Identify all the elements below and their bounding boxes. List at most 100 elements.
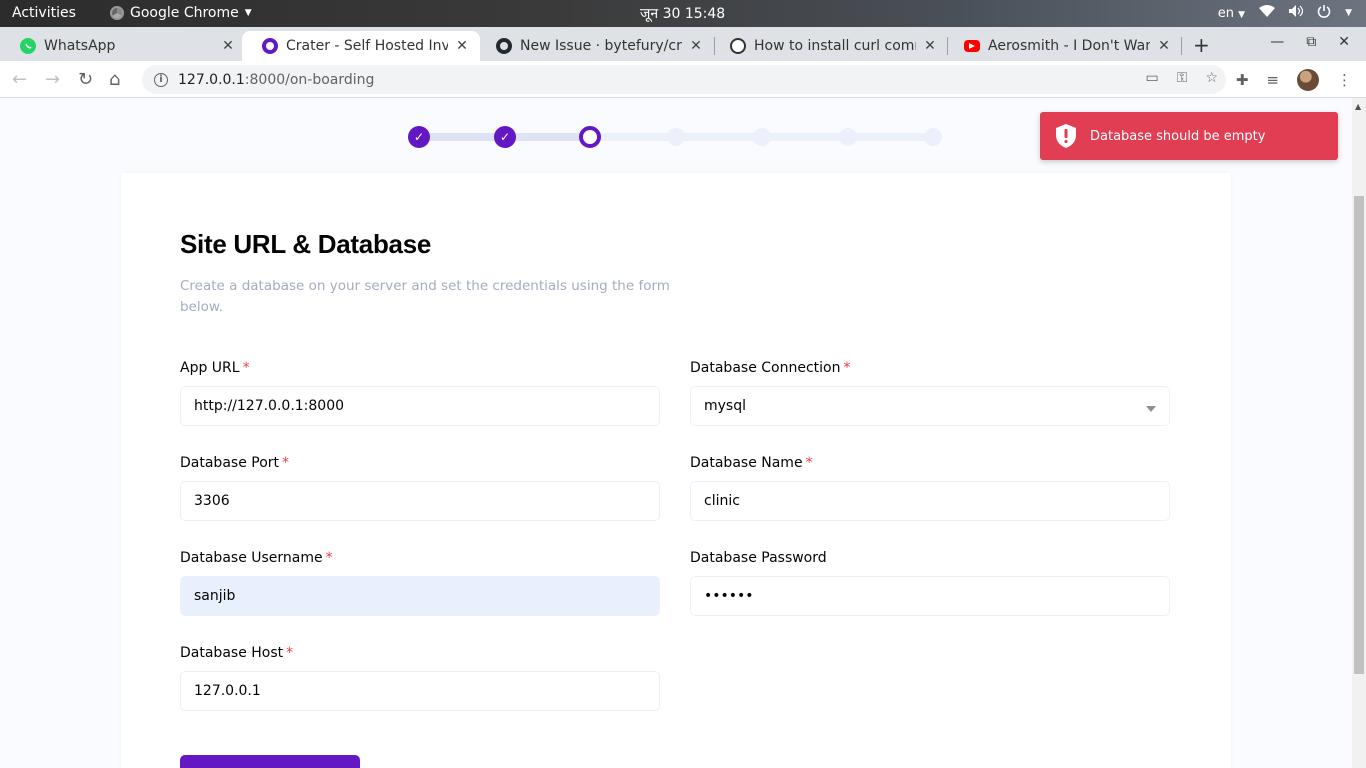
chevron-down-icon: ▼ — [244, 8, 252, 18]
wifi-icon — [1259, 5, 1276, 21]
database-port-input[interactable]: 3306 — [180, 481, 660, 521]
language-label: en — [1217, 5, 1235, 21]
volume-icon — [1289, 5, 1304, 21]
url-path: :8000/on-boarding — [244, 71, 375, 88]
language-indicator[interactable]: en ▼ — [1218, 6, 1245, 21]
tab-title: Crater - Self Hosted Invoi — [286, 38, 448, 54]
close-icon[interactable]: ✕ — [688, 38, 704, 54]
onboarding-card: Site URL & Database Create a database on… — [121, 173, 1231, 768]
power-icon — [1317, 4, 1331, 22]
url-text[interactable]: 127.0.0.1:8000/on-boarding — [178, 72, 374, 88]
url-host: 127.0.0.1 — [178, 71, 245, 88]
new-tab-button[interactable]: + — [1193, 33, 1210, 57]
onboarding-stepper: ✓ ✓ — [408, 126, 943, 148]
step-4 — [667, 128, 685, 146]
toolbar-right: ✚ ≡ ⋮ — [1236, 69, 1352, 91]
app-url-input[interactable]: http://127.0.0.1:8000 — [180, 386, 660, 426]
required-mark: * — [805, 455, 813, 471]
avatar[interactable] — [1297, 69, 1319, 91]
scroll-up-icon[interactable]: ▲ — [1355, 102, 1361, 111]
whatsapp-icon — [20, 38, 36, 54]
page-scrollbar[interactable]: ▲ — [1352, 98, 1366, 768]
page-description: Create a database on your server and set… — [180, 278, 670, 315]
step-2-complete: ✓ — [494, 126, 516, 148]
required-mark: * — [325, 550, 333, 566]
tab-curl[interactable]: How to install curl comm ✕ — [710, 31, 948, 61]
database-password-input[interactable]: •••••• — [690, 576, 1170, 616]
chevron-down-icon: ▼ — [1345, 8, 1352, 18]
check-icon: ✓ — [499, 130, 511, 144]
reload-icon[interactable]: ↻ — [78, 69, 93, 90]
tab-title: How to install curl comm — [754, 38, 916, 54]
home-icon[interactable]: ⌂ — [109, 69, 120, 90]
app-menu[interactable]: Google Chrome ▼ — [110, 5, 252, 21]
step-7 — [924, 128, 942, 146]
system-tray[interactable]: en ▼ ▼ — [1218, 4, 1352, 22]
cast-icon[interactable]: ▭ — [1146, 70, 1159, 86]
database-port-label: Database Port * — [180, 455, 660, 473]
scrollbar-thumb[interactable] — [1354, 196, 1364, 674]
tab-crater[interactable]: Crater - Self Hosted Invoi ✕ — [242, 31, 480, 61]
forward-icon[interactable]: → — [45, 69, 60, 90]
key-icon[interactable]: ⚿ — [1177, 70, 1188, 86]
shield-alert-icon — [1056, 124, 1076, 148]
database-port-field: Database Port * 3306 — [180, 455, 660, 521]
media-queue-icon[interactable]: ≡ — [1266, 71, 1279, 89]
label-text: Database Connection — [690, 360, 841, 376]
step-6 — [839, 128, 857, 146]
database-name-input[interactable]: clinic — [690, 481, 1170, 521]
database-host-field: Database Host * 127.0.0.1 — [180, 645, 660, 711]
database-name-field: Database Name * clinic — [690, 455, 1170, 521]
tab-title: Aerosmith - I Don't Wann — [988, 38, 1150, 54]
database-username-input[interactable]: sanjib — [180, 576, 660, 616]
database-username-field: Database Username * sanjib — [180, 550, 660, 616]
menu-icon[interactable]: ⋮ — [1337, 71, 1352, 89]
restore-icon[interactable]: ⧉ — [1306, 34, 1316, 50]
close-icon[interactable]: ✕ — [1156, 38, 1172, 54]
database-username-label: Database Username * — [180, 550, 660, 568]
clock[interactable]: जून 30 15:48 — [640, 4, 725, 23]
label-text: Database Host — [180, 645, 284, 661]
required-mark: * — [242, 360, 250, 376]
info-icon[interactable]: i — [154, 72, 168, 87]
extensions-icon[interactable]: ✚ — [1236, 71, 1249, 89]
tab-title: WhatsApp — [44, 38, 116, 54]
browser-toolbar: ← → ↻ ⌂ i 127.0.0.1:8000/on-boarding ▭ ⚿… — [0, 61, 1366, 98]
check-icon: ✓ — [413, 130, 425, 144]
app-url-field: App URL * http://127.0.0.1:8000 — [180, 360, 660, 426]
label-text: Database Username — [180, 550, 323, 566]
minimize-icon[interactable]: — — [1270, 34, 1284, 50]
close-window-icon[interactable]: ✕ — [1338, 34, 1350, 50]
system-top-bar: Activities Google Chrome ▼ जून 30 15:48 … — [0, 0, 1366, 27]
tab-github[interactable]: New Issue · bytefury/crat ✕ — [476, 31, 714, 61]
required-mark: * — [843, 360, 851, 376]
omnibox-actions: ▭ ⚿ ☆ — [1146, 70, 1218, 86]
tab-whatsapp[interactable]: WhatsApp ✕ — [0, 31, 246, 61]
label-text: Database Port — [180, 455, 280, 471]
error-toast[interactable]: Database should be empty — [1040, 112, 1338, 160]
database-host-input[interactable]: 127.0.0.1 — [180, 671, 660, 711]
star-icon[interactable]: ☆ — [1205, 70, 1218, 86]
save-continue-button[interactable] — [180, 755, 360, 768]
crater-icon — [262, 38, 278, 54]
step-5 — [753, 128, 771, 146]
back-icon[interactable]: ← — [12, 69, 27, 90]
tab-divider — [1181, 37, 1182, 55]
chevron-down-icon: ▼ — [1238, 9, 1246, 20]
database-connection-select[interactable]: mysql — [690, 386, 1170, 426]
activities-button[interactable]: Activities — [12, 5, 76, 21]
database-connection-label: Database Connection * — [690, 360, 1170, 378]
address-bar[interactable]: i 127.0.0.1:8000/on-boarding ▭ ⚿ ☆ — [142, 65, 1226, 94]
window-controls: — ⧉ ✕ — [1270, 34, 1350, 50]
youtube-icon — [964, 40, 980, 52]
required-mark: * — [282, 455, 290, 471]
github-icon — [496, 38, 512, 54]
label-text: Database Name — [690, 455, 803, 471]
close-icon[interactable]: ✕ — [922, 38, 938, 54]
close-icon[interactable]: ✕ — [454, 38, 470, 54]
ubuntu-icon — [730, 38, 746, 54]
tab-youtube[interactable]: Aerosmith - I Don't Wann ✕ — [944, 31, 1182, 61]
close-icon[interactable]: ✕ — [220, 38, 236, 54]
database-host-label: Database Host * — [180, 645, 660, 663]
toast-message: Database should be empty — [1090, 128, 1266, 144]
